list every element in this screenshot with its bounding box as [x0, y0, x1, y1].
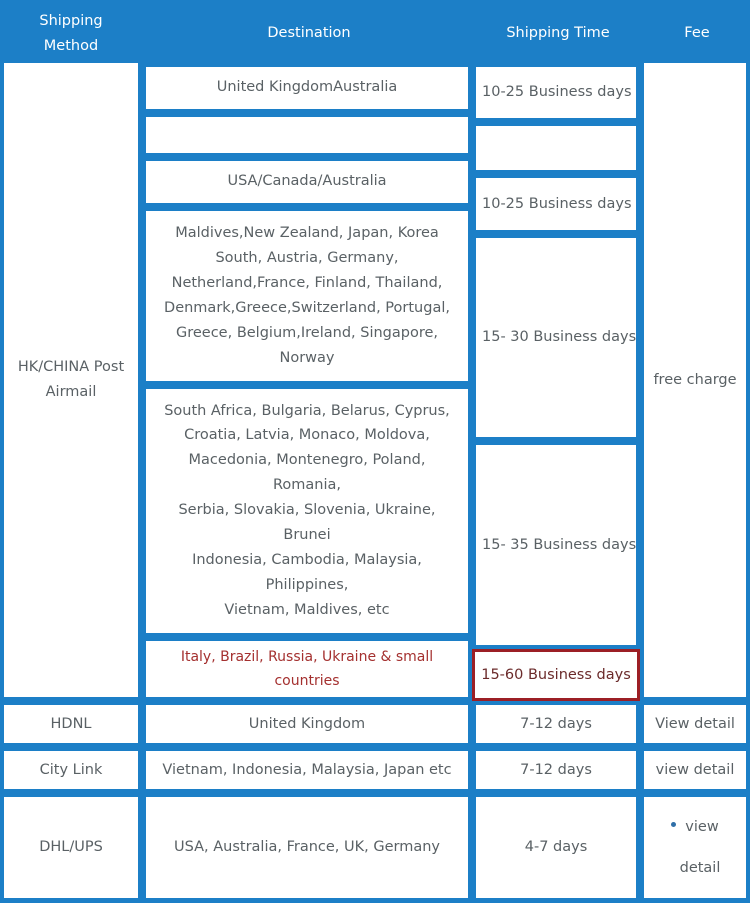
destination-line: Maldives,New Zealand, Japan, Korea	[175, 224, 439, 241]
fee-second-line-label: detail	[679, 859, 721, 876]
subrow-time-emerging-markets-group: 15- 35 Business days	[472, 441, 640, 649]
table-row-hk-china-post: HK/CHINA Post Airmail United KingdomAust…	[0, 62, 750, 702]
cell-destination-group: United KingdomAustralia USA/Canada/Austr…	[142, 62, 472, 702]
destination-emerging-markets-group: South Africa, Bulgaria, Belarus, Cyprus,…	[142, 384, 472, 637]
destination-line: Netherland,France, Finland, Thailand,	[171, 274, 443, 291]
cell-fee-free-charge: free charge	[640, 62, 750, 702]
method-label-line-1: HK/CHINA Post	[17, 359, 125, 376]
destination-highlighted-countries: Italy, Brazil, Russia, Ukraine & small c…	[142, 636, 472, 702]
shipping-time-empty	[472, 122, 640, 175]
destination-line: South Africa, Bulgaria, Belarus, Cyprus,	[164, 402, 450, 419]
subrow-time-europe-asia-group: 15- 30 Business days	[472, 233, 640, 442]
subrow-destination-uk-australia: United KingdomAustralia	[142, 62, 472, 113]
shipping-time-europe-asia-group: 15- 30 Business days	[472, 233, 640, 442]
cell-shipping-method-hdnl: HDNL	[0, 701, 142, 748]
column-header-fee: Fee	[640, 0, 750, 63]
destination-line: Serbia, Slovakia, Slovenia, Ukraine, Bru…	[178, 502, 436, 544]
cell-destination-dhl-ups: USA, Australia, France, UK, Germany	[142, 793, 472, 903]
destination-line: South, Austria, Germany,	[215, 249, 399, 266]
cell-destination-hdnl: United Kingdom	[142, 701, 472, 748]
destination-uk-australia: United KingdomAustralia	[142, 62, 472, 113]
subrow-time-empty	[472, 122, 640, 175]
destination-line: Denmark,Greece,Switzerland, Portugal,	[164, 299, 450, 316]
table-row-city-link: City Link Vietnam, Indonesia, Malaysia, …	[0, 747, 750, 794]
subrow-destination-emerging-markets-group: South Africa, Bulgaria, Belarus, Cyprus,…	[142, 384, 472, 637]
destination-empty	[142, 112, 472, 157]
fee-bullet-line: view	[650, 815, 740, 840]
cell-shipping-method-city-link: City Link	[0, 747, 142, 794]
subrow-time-usa-canada-australia: 10-25 Business days	[472, 174, 640, 234]
column-header-destination: Destination	[142, 0, 472, 63]
cell-shipping-time-hdnl: 7-12 days	[472, 701, 640, 748]
destination-line: Macedonia, Montenegro, Poland, Romania,	[188, 452, 426, 494]
cell-destination-city-link: Vietnam, Indonesia, Malaysia, Japan etc	[142, 747, 472, 794]
subrow-destination-empty	[142, 112, 472, 157]
cell-fee-city-link-view-detail[interactable]: view detail	[640, 747, 750, 794]
bullet-point-icon	[671, 822, 677, 828]
destination-line: Vietnam, Maldives, etc	[224, 602, 390, 618]
shipping-time-emerging-markets-group: 15- 35 Business days	[472, 441, 640, 649]
cell-fee-dhl-ups-view-detail[interactable]: view detail	[640, 793, 750, 903]
subrow-destination-highlighted-countries: Italy, Brazil, Russia, Ukraine & small c…	[142, 636, 472, 702]
cell-shipping-time-city-link: 7-12 days	[472, 747, 640, 794]
subrow-destination-europe-asia-group: Maldives,New Zealand, Japan, Korea South…	[142, 206, 472, 385]
fee-bullet-label: view	[685, 818, 719, 835]
column-header-shipping-time: Shipping Time	[472, 0, 640, 63]
shipping-methods-table: Shipping Method Destination Shipping Tim…	[0, 0, 750, 903]
destination-usa-canada-australia: USA/Canada/Australia	[142, 156, 472, 207]
table-header-row: Shipping Method Destination Shipping Tim…	[0, 0, 750, 63]
table-row-dhl-ups: DHL/UPS USA, Australia, France, UK, Germ…	[0, 793, 750, 903]
cell-fee-hdnl-view-detail[interactable]: View detail	[640, 701, 750, 748]
table-row-hdnl: HDNL United Kingdom 7-12 days View detai…	[0, 701, 750, 748]
shipping-time-highlighted: 15-60 Business days	[472, 648, 640, 702]
destination-line: Croatia, Latvia, Monaco, Moldova,	[184, 427, 430, 444]
fee-detail-list: view detail	[650, 815, 740, 881]
cell-shipping-time-dhl-ups: 4-7 days	[472, 793, 640, 903]
shipping-time-uk-australia: 10-25 Business days	[472, 62, 640, 123]
destination-line: Indonesia, Cambodia, Malaysia, Philippin…	[192, 552, 422, 594]
subrow-time-uk-australia: 10-25 Business days	[472, 62, 640, 123]
destination-line: Greece, Belgium,Ireland, Singapore,	[175, 324, 438, 341]
method-label-line-2: Airmail	[45, 383, 97, 400]
destination-europe-asia-group: Maldives,New Zealand, Japan, Korea South…	[142, 206, 472, 385]
cell-shipping-time-group: 10-25 Business days 10-25 Business days …	[472, 62, 640, 702]
shipping-time-usa-canada-australia: 10-25 Business days	[472, 174, 640, 234]
subrow-time-highlighted: 15-60 Business days	[472, 648, 640, 702]
column-header-shipping-method: Shipping Method	[0, 0, 142, 63]
cell-shipping-method-dhl-ups: DHL/UPS	[0, 793, 142, 903]
destination-line: Norway	[279, 349, 335, 366]
subrow-destination-usa-canada-australia: USA/Canada/Australia	[142, 156, 472, 207]
cell-shipping-method-hk-china-post: HK/CHINA Post Airmail	[0, 62, 142, 702]
